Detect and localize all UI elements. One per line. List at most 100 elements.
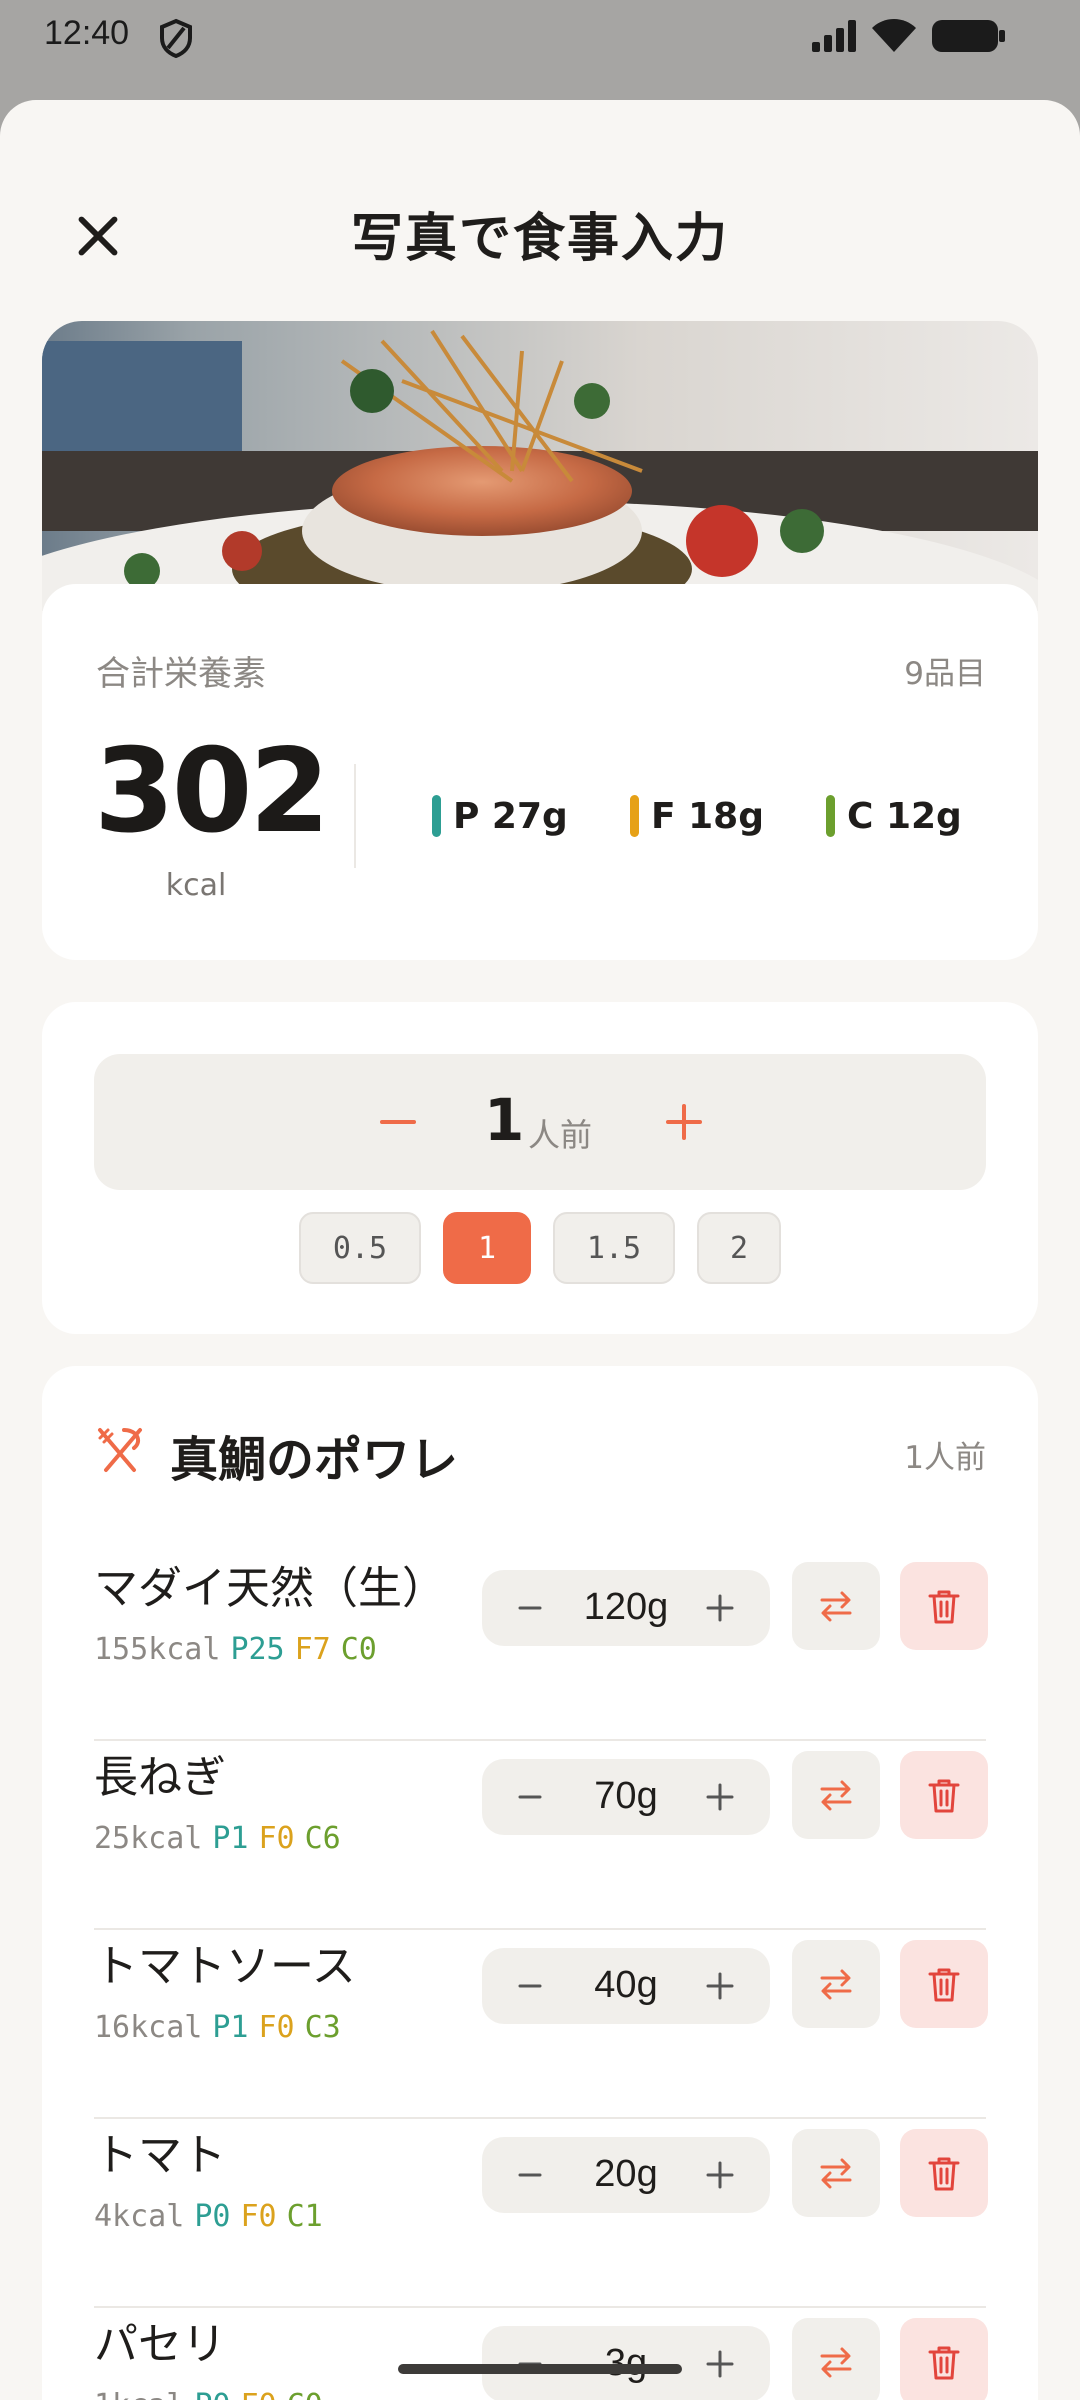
amount-value[interactable]: 120g	[552, 1586, 700, 1629]
plus-icon[interactable]	[656, 1094, 712, 1150]
ingredient-kcal: 1kcal	[94, 2388, 184, 2400]
trash-icon	[928, 1968, 960, 2002]
macro-protein: P 27g	[432, 794, 568, 838]
ingredient-name: 長ねぎ	[94, 1752, 226, 1803]
wifi-icon	[872, 19, 916, 52]
ingredient-kcal: 25kcal	[94, 1821, 203, 1856]
plus-icon[interactable]	[704, 2159, 736, 2191]
ingredient-kcal: 4kcal	[94, 2199, 185, 2234]
ingredient-kcal: 16kcal	[94, 2010, 203, 2045]
servings-card: 1 人前 0.5 1 1.5 2	[42, 1002, 1038, 1334]
amount-value[interactable]: 20g	[552, 2153, 700, 2196]
total-kcal: 302	[94, 724, 330, 859]
kcal-unit: kcal	[165, 868, 227, 903]
ingredient-fat: F0	[240, 2199, 277, 2234]
amount-stepper: 3g	[482, 2326, 770, 2400]
delete-button[interactable]	[900, 1562, 988, 1650]
ingredient-protein: P0	[194, 2388, 230, 2400]
servings-presets: 0.5 1 1.5 2	[42, 1212, 1038, 1284]
ingredient-carb: C6	[304, 1821, 341, 1856]
swap-button[interactable]	[792, 2129, 880, 2217]
divider	[354, 764, 356, 868]
delete-button[interactable]	[900, 2129, 988, 2217]
utensils-icon	[98, 1428, 142, 1472]
ingredient-row: マダイ天然（生） 155kcal P25 F7 C0 120g	[94, 1552, 988, 1741]
ingredient-carb: C0	[287, 2388, 323, 2400]
servings-stepper: 1 人前	[94, 1054, 986, 1190]
ingredient-nutrition: 155kcal P25 F7 C0	[94, 1632, 377, 1667]
ingredient-carb: C0	[340, 1632, 377, 1667]
swap-icon	[820, 1969, 852, 2000]
plus-icon[interactable]	[704, 1592, 736, 1624]
swap-button[interactable]	[792, 2318, 880, 2400]
ingredient-nutrition: 1kcal P0 F0 C0	[94, 2388, 323, 2400]
plus-icon[interactable]	[704, 1781, 736, 1813]
fat-value: F 18g	[651, 795, 764, 837]
swap-icon	[820, 2158, 852, 2189]
trash-icon	[928, 1590, 960, 1624]
dish-card: 真鯛のポワレ 1人前 マダイ天然（生） 155kcal P25 F7 C0 120g …	[42, 1366, 1038, 2400]
swap-icon	[820, 1591, 852, 1622]
ingredient-fat: F0	[258, 1821, 295, 1856]
nutrition-summary-card: 合計栄養素 9品目 302 kcal P 27g F 18g C 12g	[42, 584, 1038, 960]
minus-icon[interactable]	[516, 1972, 544, 2000]
amount-value[interactable]: 40g	[552, 1964, 700, 2007]
meal-photo	[42, 321, 1038, 611]
amount-value[interactable]: 70g	[552, 1775, 700, 1818]
trash-icon	[928, 1779, 960, 1813]
swap-icon	[820, 2347, 852, 2378]
ingredient-row: トマトソース 16kcal P1 F0 C3 40g	[94, 1930, 988, 2119]
servings-unit: 人前	[528, 1116, 593, 1154]
swap-button[interactable]	[792, 1562, 880, 1650]
ingredient-nutrition: 25kcal P1 F0 C6	[94, 1821, 341, 1856]
amount-stepper: 120g	[482, 1570, 770, 1646]
item-count: 9品目	[904, 656, 986, 692]
ingredient-kcal: 155kcal	[94, 1632, 221, 1667]
ingredient-protein: P1	[212, 2010, 249, 2045]
ingredient-name: マダイ天然（生）	[94, 1563, 446, 1614]
delete-button[interactable]	[900, 2318, 988, 2400]
servings-value: 1	[484, 1086, 525, 1154]
plus-icon[interactable]	[704, 1970, 736, 2002]
protein-value: P 27g	[453, 795, 568, 837]
status-bar: 12:40	[0, 0, 1080, 70]
swap-button[interactable]	[792, 1751, 880, 1839]
preset-chip[interactable]: 2	[697, 1212, 781, 1284]
fat-bar	[630, 795, 639, 837]
minus-icon[interactable]	[370, 1094, 426, 1150]
preset-chip-selected[interactable]: 1	[443, 1212, 531, 1284]
ingredient-carb: C3	[304, 2010, 341, 2045]
trash-icon	[928, 2346, 960, 2380]
minus-icon[interactable]	[516, 1783, 544, 1811]
macro-carb: C 12g	[826, 794, 962, 838]
ingredient-fat: F7	[294, 1632, 331, 1667]
swap-icon	[820, 1780, 852, 1811]
ingredient-nutrition: 16kcal P1 F0 C3	[94, 2010, 341, 2045]
preset-chip[interactable]: 0.5	[299, 1212, 421, 1284]
minus-icon[interactable]	[516, 2161, 544, 2189]
ingredient-row: 長ねぎ 25kcal P1 F0 C6 70g	[94, 1741, 988, 1930]
amount-stepper: 70g	[482, 1759, 770, 1835]
amount-stepper: 40g	[482, 1948, 770, 2024]
dish-name: 真鯛のポワレ	[170, 1432, 459, 1488]
preset-chip[interactable]: 1.5	[553, 1212, 675, 1284]
delete-button[interactable]	[900, 1940, 988, 2028]
ingredient-protein: P1	[212, 1821, 249, 1856]
ingredient-carb: C1	[286, 2199, 323, 2234]
macro-fat: F 18g	[630, 794, 764, 838]
ingredient-row: パセリ 1kcal P0 F0 C0 3g	[94, 2308, 988, 2400]
delete-button[interactable]	[900, 1751, 988, 1839]
ingredient-fat: F0	[258, 2010, 295, 2045]
minus-icon[interactable]	[516, 1594, 544, 1622]
protein-bar	[432, 795, 441, 837]
home-indicator[interactable]	[398, 2364, 682, 2374]
ingredient-name: パセリ	[94, 2319, 226, 2370]
signal-icon	[812, 20, 856, 52]
swap-button[interactable]	[792, 1940, 880, 2028]
carb-value: C 12g	[847, 795, 962, 837]
ingredient-protein: P0	[194, 2199, 231, 2234]
plus-icon[interactable]	[704, 2348, 736, 2380]
battery-icon	[932, 20, 1005, 52]
dish-serving: 1人前	[904, 1440, 986, 1476]
status-time: 12:40	[44, 14, 130, 52]
